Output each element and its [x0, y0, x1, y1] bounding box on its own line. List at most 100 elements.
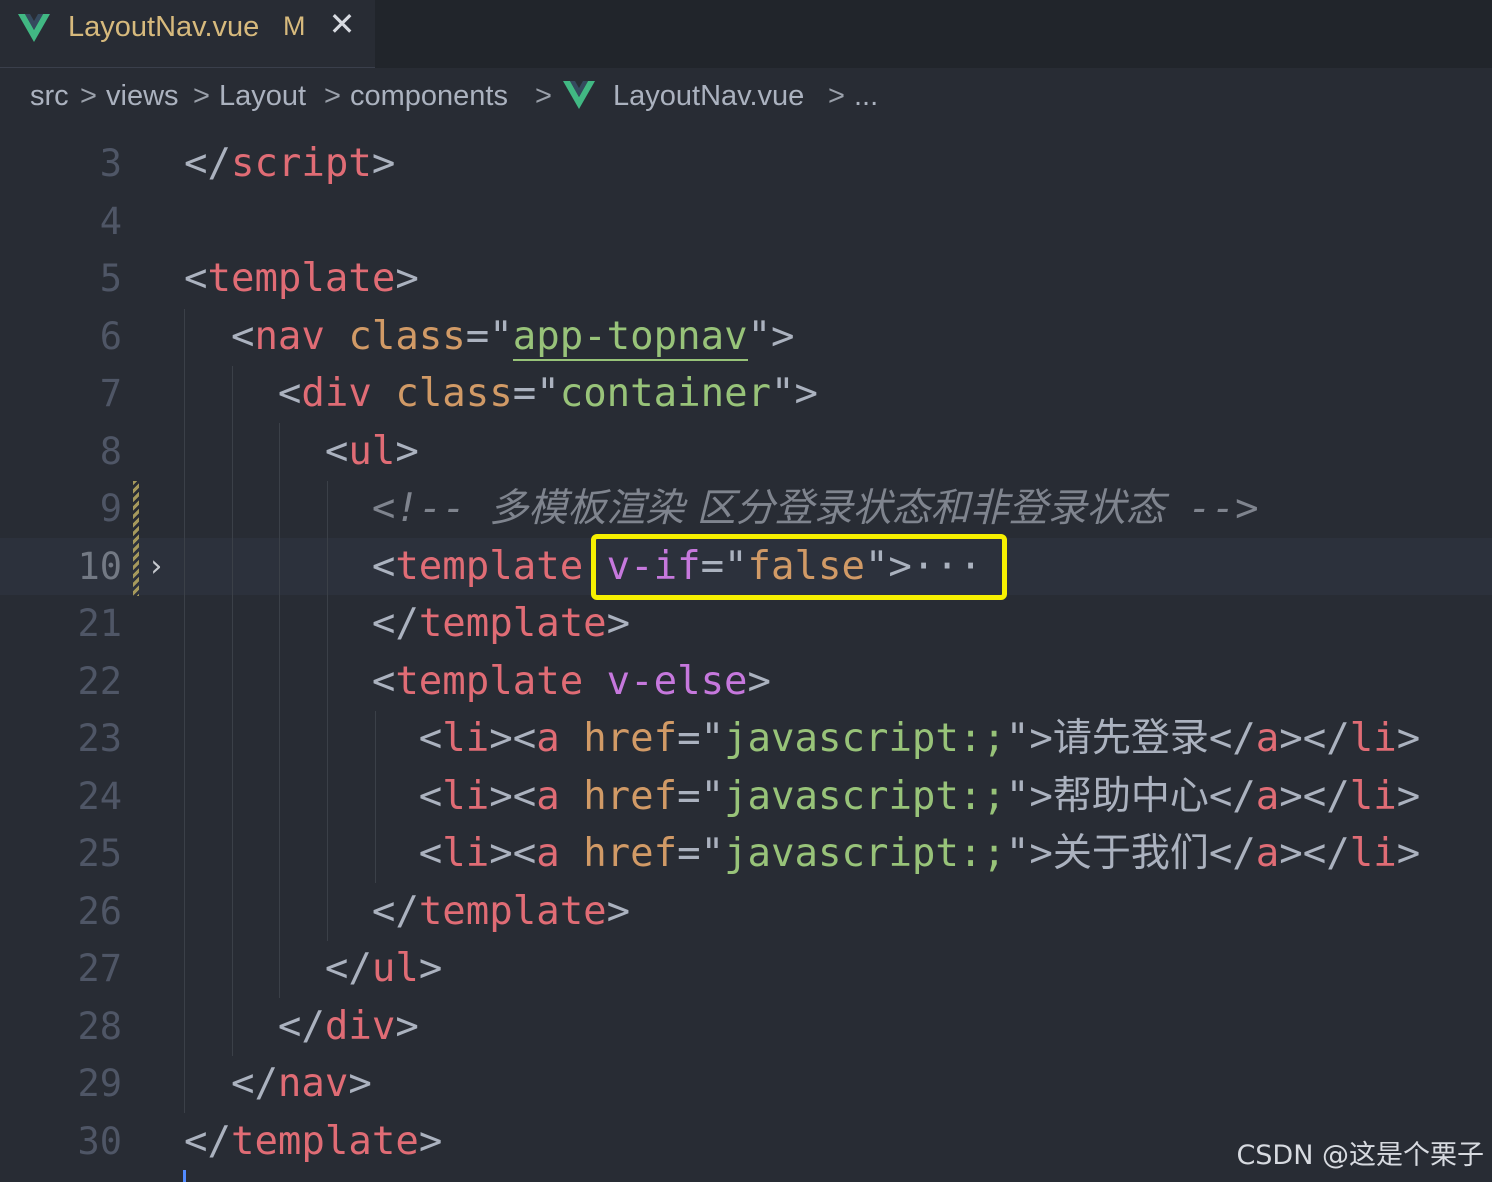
breadcrumb-item-more[interactable]: ...	[854, 80, 878, 113]
code-token: href	[583, 831, 678, 876]
code-token: -->	[1164, 486, 1259, 531]
code-line[interactable]: 24 <li><a href="javascript:;">帮助中心</a></…	[0, 768, 1492, 825]
code-text: <!-- 多模板渲染 区分登录状态和非登录状态 -->	[184, 480, 1259, 537]
breadcrumb-item-src[interactable]: src	[30, 80, 69, 113]
code-token: ><	[489, 773, 537, 819]
code-text: </ul>	[184, 940, 442, 997]
code-line[interactable]: 29 </nav>	[0, 1055, 1492, 1112]
code-line[interactable]: 28 </div>	[0, 998, 1492, 1055]
modified-badge: M	[283, 11, 306, 41]
code-text: </script>	[184, 135, 395, 192]
code-token: href	[583, 773, 678, 819]
code-text: <div class="container">	[184, 365, 818, 422]
breadcrumb-separator: >	[828, 80, 845, 112]
code-token: 多模板渲染 区分登录状态和非登录状态	[489, 486, 1165, 531]
code-line[interactable]: 8 <ul>	[0, 423, 1492, 480]
code-token: a	[536, 773, 560, 819]
code-token: >	[1396, 831, 1421, 876]
code-line[interactable]: 27 </ul>	[0, 940, 1492, 997]
breadcrumb-separator: >	[193, 80, 210, 112]
code-token: template	[207, 256, 396, 301]
indent-guide	[184, 309, 185, 1113]
code-text: <li><a href="javascript:;">请先登录</a></li>	[184, 710, 1420, 767]
code-token: <	[184, 256, 208, 301]
line-number: 5	[99, 257, 122, 300]
vue-icon	[563, 81, 595, 109]
code-line[interactable]: 25 <li><a href="javascript:;">关于我们</a></…	[0, 825, 1492, 882]
code-token: li	[442, 831, 490, 876]
code-line[interactable]: 5 <template>	[0, 250, 1492, 307]
vue-icon	[18, 14, 50, 42]
code-token: javascript:;	[724, 773, 1006, 819]
chevron-right-icon[interactable]: ›	[147, 538, 169, 595]
code-token: <	[184, 313, 255, 359]
line-number: 9	[99, 487, 122, 530]
code-token: javascript:;	[724, 831, 1006, 876]
code-token: <	[184, 371, 302, 416]
code-text: </template>	[184, 1113, 442, 1170]
code-text: </div>	[184, 998, 419, 1055]
code-token: div	[301, 371, 372, 416]
code-token: >	[1396, 716, 1421, 761]
code-token: ="	[677, 716, 725, 761]
code-token: </	[184, 946, 372, 991]
breadcrumb-item-layout[interactable]: Layout	[219, 80, 306, 113]
code-line[interactable]: 26 </template>	[0, 883, 1492, 940]
breadcrumb-item-views[interactable]: views	[106, 80, 179, 113]
code-text: </template>	[184, 595, 630, 652]
code-token: </	[1208, 773, 1256, 819]
code-token: </	[1208, 831, 1256, 876]
code-line[interactable]: 4	[0, 193, 1492, 250]
indent-guide	[375, 711, 376, 883]
indent-guide	[279, 423, 280, 998]
code-token: v-else	[606, 658, 748, 704]
code-token: </	[184, 1003, 325, 1049]
code-text: <template v-else>	[184, 653, 771, 710]
code-text: </template>	[184, 883, 630, 940]
line-number: 29	[77, 1062, 122, 1105]
code-line[interactable]: 9 <!-- 多模板渲染 区分登录状态和非登录状态 -->	[0, 480, 1492, 537]
close-icon[interactable]: ✕	[326, 4, 358, 44]
code-token: >	[395, 256, 419, 301]
code-token: ">	[1005, 831, 1053, 876]
code-token: ul	[371, 946, 419, 991]
code-token: >	[395, 428, 419, 474]
indent-guide	[327, 481, 328, 941]
code-token: ><	[489, 831, 537, 876]
line-number: 4	[99, 199, 122, 243]
code-line[interactable]: 3 </script>	[0, 135, 1492, 192]
line-number: 3	[99, 142, 122, 185]
code-token: div	[324, 1003, 396, 1049]
editor-tab[interactable]: LayoutNav.vue M ✕	[0, 0, 375, 68]
code-token: javascript:;	[724, 716, 1006, 761]
code-token: template	[418, 888, 607, 934]
code-token: ></	[1279, 716, 1350, 761]
code-token: <!--	[184, 486, 490, 531]
code-token: nav	[254, 313, 325, 359]
code-token: <	[184, 716, 443, 761]
code-editor[interactable]: 3 </script> 4 5 <template> 6 <nav class="app-…	[0, 126, 1492, 1182]
line-number: 22	[77, 659, 122, 703]
code-line[interactable]: 7 <div class="container">	[0, 365, 1492, 422]
code-token: container	[559, 371, 772, 416]
code-line[interactable]: 23 <li><a href="javascript:;">请先登录</a></…	[0, 710, 1492, 767]
code-token: a	[536, 716, 560, 761]
line-number: 30	[77, 1119, 122, 1163]
code-token: </	[1208, 716, 1256, 761]
code-token: a	[1255, 831, 1280, 876]
code-token: template	[395, 543, 584, 589]
code-token: <	[184, 658, 396, 704]
code-token: >	[348, 1061, 372, 1106]
code-token: template	[395, 658, 584, 704]
code-line[interactable]: 22 <template v-else>	[0, 653, 1492, 710]
code-line[interactable]: 21 </template>	[0, 595, 1492, 652]
line-number: 6	[99, 314, 122, 358]
code-line[interactable]: 6 <nav class="app-topnav">	[0, 308, 1492, 365]
code-token: <	[184, 428, 349, 474]
breadcrumb-item-components[interactable]: components	[350, 80, 508, 113]
code-token: app-topnav	[512, 313, 748, 361]
breadcrumb-item-file[interactable]: LayoutNav.vue	[613, 80, 804, 113]
code-token: a	[1255, 716, 1280, 761]
